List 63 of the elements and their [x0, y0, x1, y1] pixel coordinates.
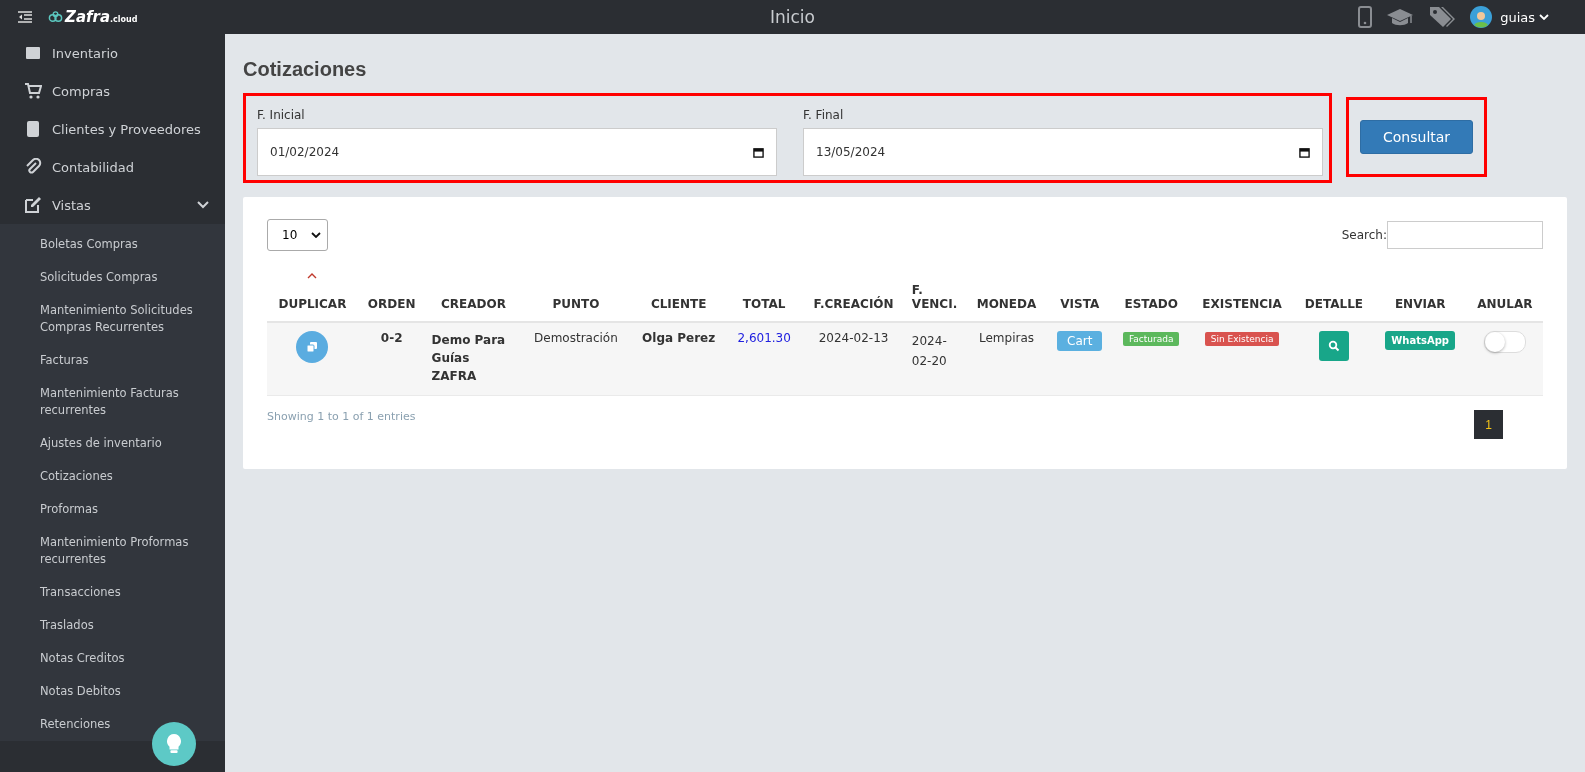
table-cell: Lempiras — [965, 322, 1048, 396]
calendar-icon[interactable] — [1299, 146, 1310, 158]
caret-icon — [1539, 14, 1549, 20]
submenu-item[interactable]: Ajustes de inventario — [0, 427, 225, 460]
table-cell: 2024-02-20 — [905, 322, 966, 396]
page-title: Inicio — [770, 7, 815, 27]
submenu-item[interactable]: Cotizaciones — [0, 460, 225, 493]
table-cell: 2024-02-13 — [801, 322, 906, 396]
menu-collapse-icon[interactable] — [18, 11, 32, 23]
search-label: Search: — [1341, 228, 1387, 242]
tags-icon[interactable] — [1428, 5, 1457, 29]
submenu-item[interactable]: Mantenimiento Facturas recurrentes — [0, 377, 225, 427]
table-cell: Olga Perez — [630, 322, 727, 396]
page-button[interactable]: 1 — [1474, 410, 1503, 439]
submenu-item[interactable]: Retenciones — [0, 708, 225, 741]
sidebar-item[interactable]: Clientes y Proveedores — [0, 110, 225, 148]
table-cell: 0-2 — [357, 322, 426, 396]
cart-icon — [24, 82, 42, 100]
status-label: Facturada — [1123, 332, 1180, 346]
field-label: F. Inicial — [257, 108, 306, 122]
user-menu[interactable]: guias — [1500, 9, 1549, 25]
section-title: Cotizaciones — [243, 58, 368, 81]
submenu-item[interactable]: Notas Debitos — [0, 675, 225, 708]
search-icon — [1327, 340, 1340, 352]
logo[interactable]: Zafra.cloud — [48, 8, 138, 26]
edit-icon — [24, 196, 42, 214]
search-field[interactable] — [1387, 221, 1543, 249]
table-cell: Demo Para Guías ZAFRA — [425, 322, 522, 396]
submenu-item[interactable]: Mantenimiento Proformas recurrentes — [0, 526, 225, 576]
sidebar-item[interactable]: Vistas — [0, 186, 225, 224]
submenu-item[interactable]: Notas Creditos — [0, 642, 225, 675]
submenu-item[interactable]: Solicitudes Compras — [0, 261, 225, 294]
submenu-item[interactable]: Boletas Compras — [0, 228, 225, 261]
caret-icon — [311, 232, 322, 238]
sort-icon — [307, 273, 318, 279]
date-field[interactable]: 13/05/2024 — [803, 128, 1323, 176]
submenu-item[interactable]: Transacciones — [0, 576, 225, 609]
avatar-icon[interactable] — [1470, 6, 1493, 28]
sidebar-item[interactable]: Compras — [0, 72, 225, 110]
copy-icon — [306, 341, 319, 353]
calendar-icon[interactable] — [753, 146, 764, 158]
sidebar-item[interactable]: Contabilidad — [0, 148, 225, 186]
page-size-select[interactable]: 10 — [267, 219, 329, 251]
search-button[interactable] — [1318, 331, 1349, 361]
sidebar-item[interactable]: Inventario — [0, 34, 225, 72]
date-field[interactable]: 01/02/2024 — [257, 128, 777, 176]
table-cell: 2,601.30 — [727, 322, 802, 396]
field-label: F. Final — [803, 108, 845, 122]
phone-icon[interactable] — [1358, 6, 1373, 28]
stock-label: Sin Existencia — [1204, 332, 1280, 346]
submit-button[interactable]: Consultar — [1360, 120, 1474, 154]
submenu-item[interactable]: Traslados — [0, 609, 225, 642]
submenu-item[interactable]: Proformas — [0, 493, 225, 526]
submenu-item[interactable]: Facturas — [0, 344, 225, 377]
paperclip-icon — [24, 158, 42, 176]
table-cell: Demostración — [521, 322, 631, 396]
submenu-item[interactable]: Mantenimiento Solicitudes Compras Recurrentes — [0, 294, 225, 344]
lightbulb-button[interactable] — [152, 722, 196, 766]
graduation-cap-icon[interactable] — [1386, 7, 1415, 27]
toggle-switch[interactable] — [1483, 331, 1526, 353]
duplicate-button[interactable] — [296, 331, 329, 363]
entries-info: Showing 1 to 1 of 1 entries — [267, 410, 416, 423]
lightbulb-icon — [165, 733, 183, 755]
